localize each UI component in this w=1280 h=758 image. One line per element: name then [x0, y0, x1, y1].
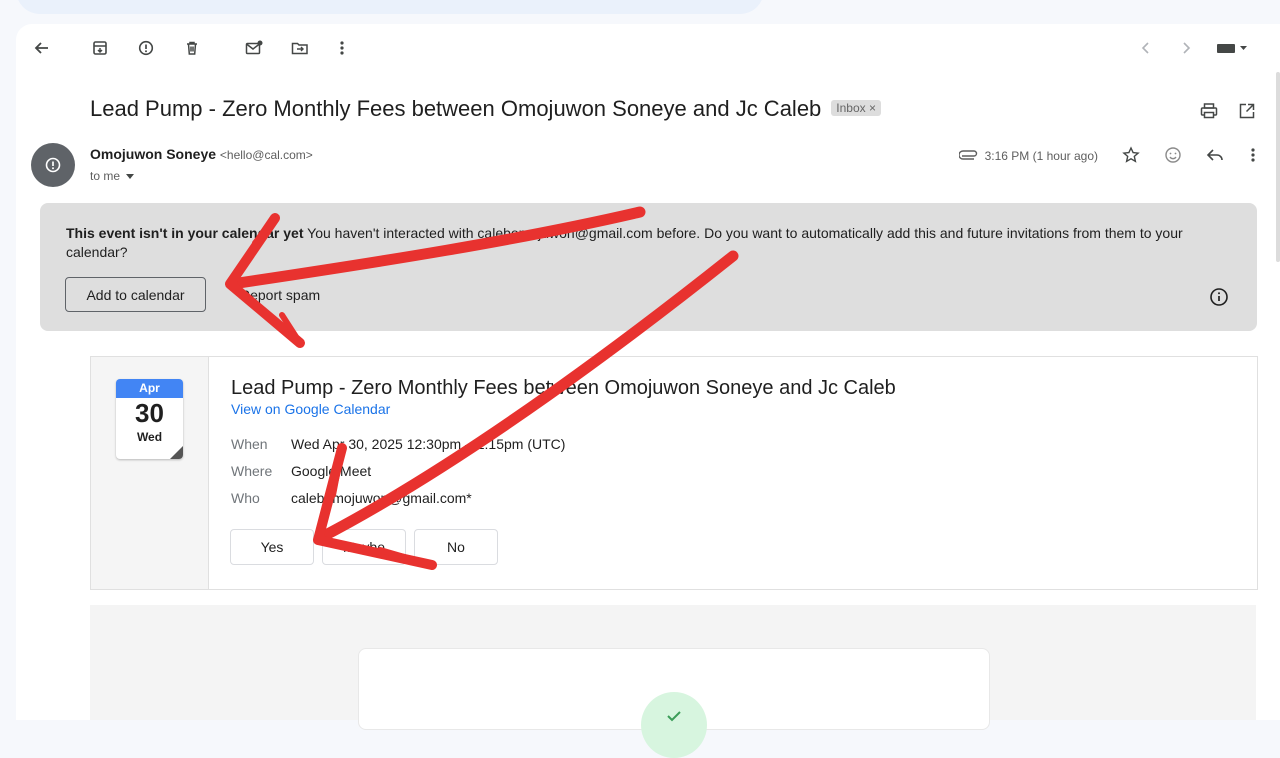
when-value: Wed Apr 30, 2025 12:30pm – 1:15pm (UTC) [291, 436, 566, 452]
event-title: Lead Pump - Zero Monthly Fees between Om… [231, 377, 896, 399]
caret-down-icon[interactable] [126, 168, 135, 182]
sender-name[interactable]: Omojuwon Soneye [90, 146, 216, 162]
email-time: 3:16 PM (1 hour ago) [984, 149, 1098, 163]
email-body-card [358, 648, 990, 758]
attachment-icon [957, 149, 979, 163]
report-spam-link[interactable]: Report spam [240, 287, 320, 303]
page-fold-icon [170, 446, 183, 459]
event-who-row: Who calebomojuwon@gmail.com* [231, 490, 472, 506]
inbox-label[interactable]: Inbox × [831, 100, 881, 116]
sender-email: <hello@cal.com> [219, 148, 313, 162]
chevron-right-icon[interactable] [1174, 36, 1198, 60]
scrollbar[interactable] [1276, 72, 1280, 262]
event-when-row: When Wed Apr 30, 2025 12:30pm – 1:15pm (U… [231, 436, 565, 452]
calendar-date-tile: Apr 30 Wed [116, 379, 183, 459]
keyboard-icon[interactable] [1214, 36, 1250, 60]
report-spam-icon[interactable] [134, 36, 158, 60]
sender-line: Omojuwon Soneye <hello@cal.com> [90, 146, 313, 162]
star-icon[interactable] [1122, 145, 1140, 167]
sender-avatar[interactable] [31, 143, 75, 187]
reply-icon[interactable] [1206, 147, 1224, 166]
recipient-text: to me [90, 169, 121, 183]
check-icon [641, 692, 707, 758]
banner-title: This event isn't in your calendar yet [66, 225, 304, 241]
who-value: calebomojuwon@gmail.com* [291, 490, 472, 506]
more-vert-icon[interactable] [330, 36, 354, 60]
emoji-icon[interactable] [1164, 146, 1182, 167]
info-icon[interactable] [1209, 287, 1229, 312]
calendar-warning-banner: This event isn't in your calendar yet Yo… [40, 203, 1257, 331]
recipient-line[interactable]: to me [90, 168, 135, 183]
print-icon[interactable] [1200, 102, 1218, 125]
email-toolbar [16, 24, 1256, 72]
search-bar[interactable] [16, 0, 764, 14]
email-subject: Lead Pump - Zero Monthly Fees between Om… [90, 96, 881, 122]
mark-unread-icon[interactable] [242, 36, 266, 60]
inbox-label-text: Inbox [836, 101, 866, 115]
calendar-column: Apr 30 Wed [91, 357, 209, 589]
rsvp-yes-button[interactable]: Yes [230, 529, 314, 565]
calendar-weekday: Wed [136, 430, 163, 444]
who-label: Who [231, 490, 260, 506]
move-to-folder-icon[interactable] [288, 36, 312, 60]
archive-icon[interactable] [88, 36, 112, 60]
where-label: Where [231, 463, 273, 479]
view-calendar-link[interactable]: View on Google Calendar [231, 401, 390, 417]
email-body [90, 605, 1256, 758]
add-to-calendar-button[interactable]: Add to calendar [65, 277, 206, 312]
message-more-icon[interactable] [1250, 147, 1256, 166]
trash-icon[interactable] [180, 36, 204, 60]
chevron-left-icon[interactable] [1134, 36, 1158, 60]
back-arrow-icon[interactable] [30, 36, 54, 60]
email-meta: 3:16 PM (1 hour ago) [957, 145, 1256, 167]
event-where-row: Where Google Meet [231, 463, 371, 479]
open-new-window-icon[interactable] [1238, 102, 1256, 125]
rsvp-maybe-button[interactable]: Maybe [322, 529, 406, 565]
banner-text: This event isn't in your calendar yet Yo… [66, 224, 1226, 262]
when-label: When [231, 436, 268, 452]
calendar-month: Apr [116, 379, 183, 398]
event-invite-card: Apr 30 Wed Lead Pump - Zero Monthly Fees… [90, 356, 1258, 590]
subject-text: Lead Pump - Zero Monthly Fees between Om… [90, 96, 822, 121]
calendar-day: 30 [135, 398, 164, 428]
rsvp-no-button[interactable]: No [414, 529, 498, 565]
where-value: Google Meet [291, 463, 372, 479]
